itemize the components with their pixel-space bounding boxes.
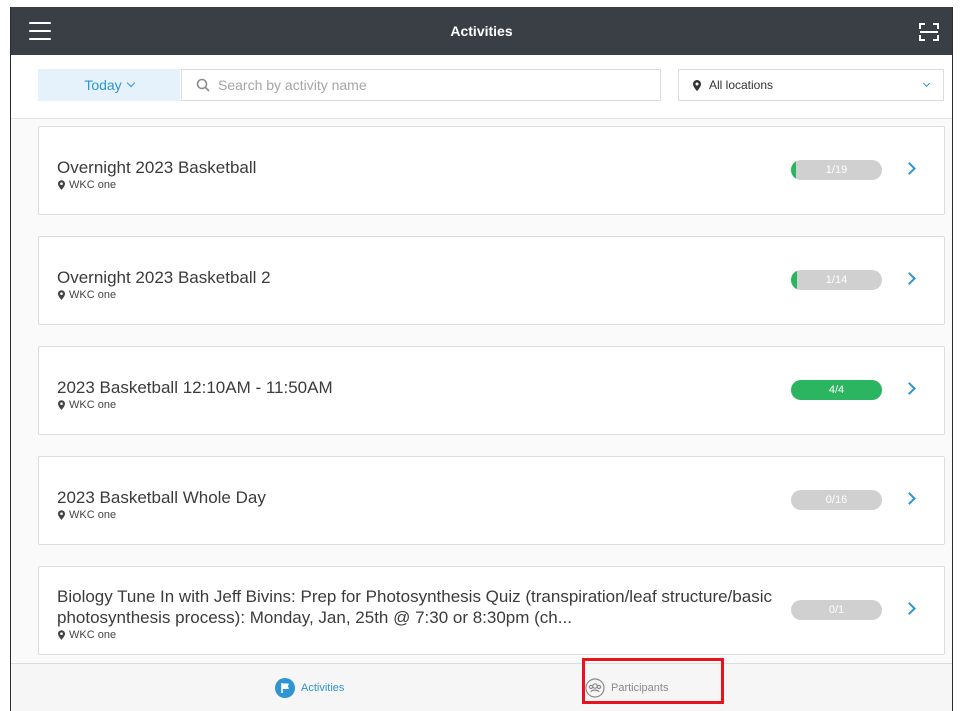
attendance-progress: 1/19 [791,160,882,180]
attendance-progress: 4/4 [791,380,882,400]
tab-participants[interactable]: Participants [585,664,668,711]
attendance-progress: 0/16 [791,490,882,510]
date-filter-label: Today [84,77,122,93]
app-frame: Activities Today All locations Overnight… [10,7,953,711]
activity-list: Overnight 2023 Basketball WKC one 1/19 O… [11,119,952,663]
flag-icon [275,678,295,698]
attendance-count: 4/4 [828,384,845,396]
date-filter-dropdown[interactable]: Today [38,69,180,101]
attendance-progress: 1/14 [791,270,882,290]
activity-location-label: WKC one [69,629,117,641]
location-filter-dropdown[interactable]: All locations [678,69,944,101]
top-navigation-bar: Activities [11,7,952,55]
location-pin-icon [58,630,65,640]
tab-activities-label: Activities [301,682,345,694]
chevron-right-icon[interactable] [903,492,916,505]
location-filter-label: All locations [709,78,774,92]
bottom-tab-bar: Activities Participants [11,663,952,711]
group-icon [585,678,605,698]
location-pin-icon [58,290,65,300]
filter-bar: Today All locations [11,55,952,119]
chevron-down-icon [126,78,135,88]
search-box[interactable] [181,69,661,101]
page-title: Activities [450,23,513,39]
activity-card[interactable]: Overnight 2023 Basketball WKC one 1/19 [38,126,945,215]
activity-location-label: WKC one [69,399,117,411]
hamburger-menu-icon[interactable] [27,18,53,44]
activity-location-label: WKC one [69,289,117,301]
location-pin-icon [58,180,65,190]
activity-location: WKC one [58,629,116,641]
attendance-count: 1/14 [825,274,848,286]
location-pin-icon [58,510,65,520]
attendance-count: 1/19 [825,164,848,176]
activity-location: WKC one [58,289,116,301]
search-icon [196,78,210,92]
chevron-right-icon[interactable] [903,162,916,175]
location-pin-icon [693,79,701,91]
activity-location-label: WKC one [69,509,117,521]
activity-location: WKC one [58,509,116,521]
tab-participants-label: Participants [611,682,669,694]
activity-location-label: WKC one [69,179,117,191]
activity-location: WKC one [58,399,116,411]
tab-activities[interactable]: Activities [275,664,344,711]
location-pin-icon [58,400,65,410]
activity-name: Biology Tune In with Jeff Bivins: Prep f… [57,587,772,627]
chevron-right-icon[interactable] [903,602,916,615]
activity-card[interactable]: Biology Tune In with Jeff Bivins: Prep f… [38,566,945,655]
chevron-right-icon[interactable] [903,272,916,285]
scan-icon[interactable] [918,21,940,43]
attendance-count: 0/16 [825,494,848,506]
attendance-count: 0/1 [828,604,845,616]
activity-card[interactable]: Overnight 2023 Basketball 2 WKC one 1/14 [38,236,945,325]
search-input[interactable] [218,77,660,93]
activity-name: 2023 Basketball Whole Day [57,488,266,507]
chevron-down-icon [922,79,931,88]
chevron-right-icon[interactable] [903,382,916,395]
activity-location: WKC one [58,179,116,191]
activity-name: Overnight 2023 Basketball [57,158,257,177]
activity-card[interactable]: 2023 Basketball Whole Day WKC one 0/16 [38,456,945,545]
activity-name: Overnight 2023 Basketball 2 [57,268,271,287]
activity-name: 2023 Basketball 12:10AM - 11:50AM [57,378,333,397]
attendance-progress: 0/1 [791,600,882,620]
activity-card[interactable]: 2023 Basketball 12:10AM - 11:50AM WKC on… [38,346,945,435]
